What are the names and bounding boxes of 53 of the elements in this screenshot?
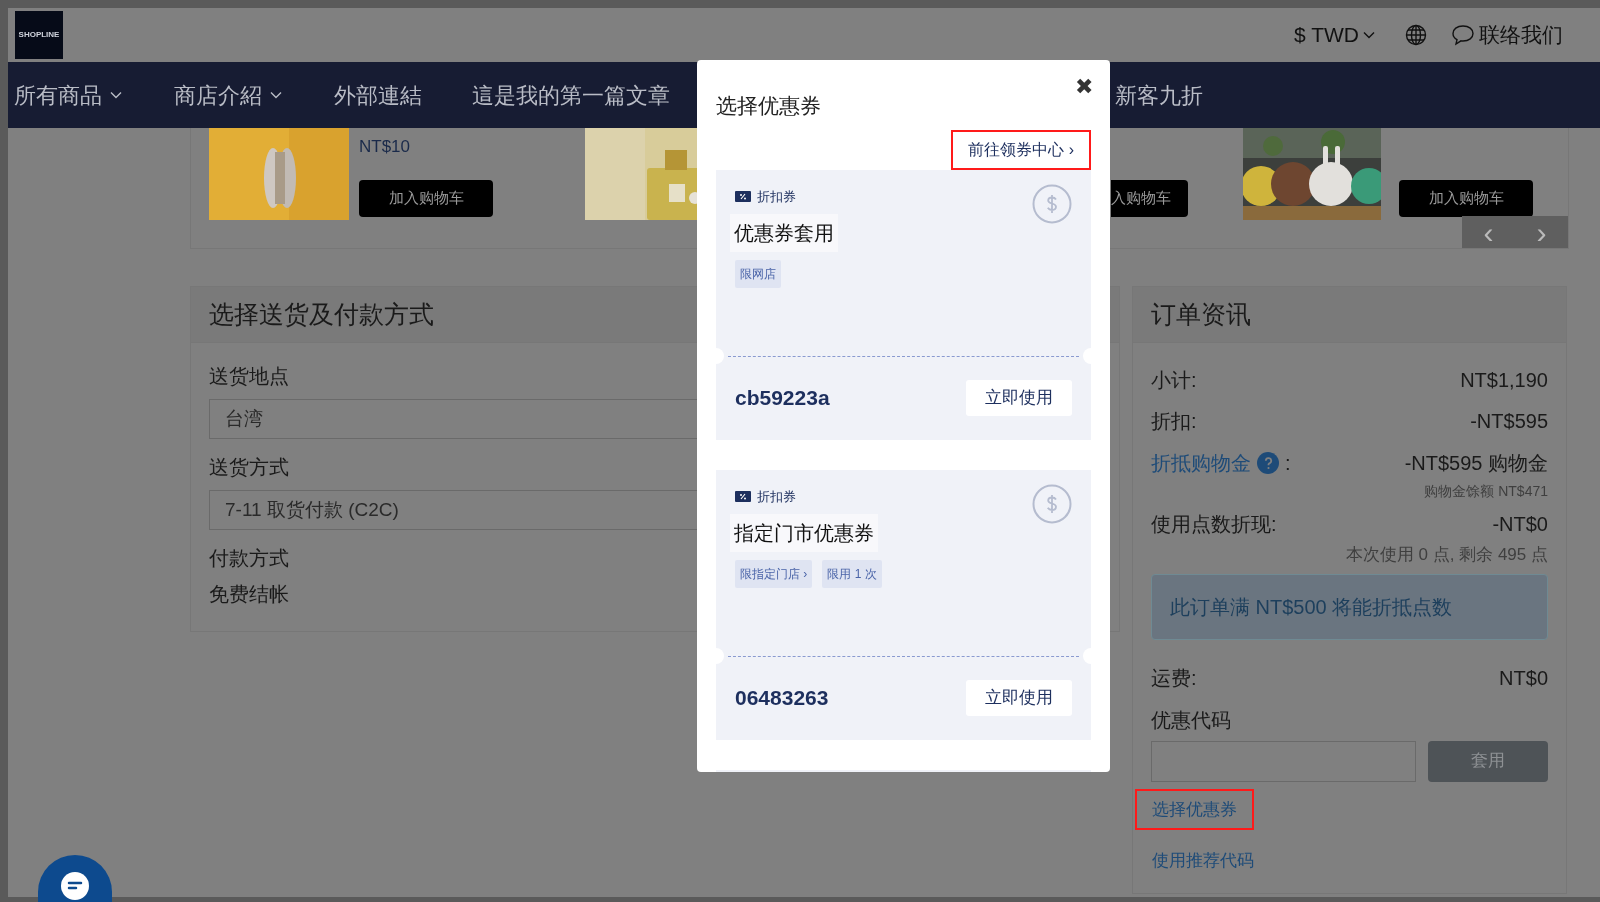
- coupon-center-link[interactable]: 前往领券中心 ›: [951, 129, 1091, 170]
- payment-method: 免费结帐: [209, 582, 290, 607]
- store-logo[interactable]: SHOPLINE: [15, 11, 63, 59]
- panel-title: 订单资讯: [1151, 298, 1251, 330]
- ticket-icon: [735, 490, 751, 502]
- coupon-type: 折扣券: [757, 187, 796, 206]
- contact-link[interactable]: 联络我们: [1479, 19, 1563, 51]
- add-to-cart-button[interactable]: 入购物车: [1111, 180, 1188, 217]
- dollar-icon: [1032, 483, 1072, 524]
- panel-title: 选择送货及付款方式: [209, 298, 434, 330]
- currency-selector[interactable]: $ TWD: [1294, 19, 1375, 51]
- row-note: 本次使用 0 点, 剩余 495 点: [1344, 544, 1548, 566]
- coupon-title: 优惠券套用: [730, 214, 838, 252]
- dollar-icon: [1032, 183, 1072, 224]
- field-label: 送货地点: [209, 364, 290, 389]
- nav-item[interactable]: 新客九折: [1115, 78, 1203, 112]
- row-value: -NT$595 购物金: [1404, 451, 1548, 476]
- field-label: 优惠代码: [1151, 707, 1232, 733]
- info-notice: 此订单满 NT$500 将能折抵点数: [1151, 573, 1548, 640]
- chat-bubble-icon[interactable]: [1451, 24, 1475, 46]
- nav-item[interactable]: 商店介紹: [174, 78, 282, 112]
- nav-item[interactable]: 所有商品: [14, 78, 122, 112]
- row-label: 折扣:: [1151, 408, 1197, 434]
- row-label: 使用点数折现:: [1151, 512, 1277, 537]
- row-value: -NT$595: [1470, 408, 1548, 434]
- chevron-down-icon: [1363, 31, 1375, 39]
- row-value: NT$0: [1499, 666, 1548, 691]
- add-to-cart-button[interactable]: 加入购物车: [1399, 180, 1533, 217]
- row-label: 小计:: [1151, 367, 1197, 393]
- coupon-type: 折扣券: [757, 487, 796, 506]
- add-to-cart-button[interactable]: 加入购物车: [359, 180, 493, 217]
- dialog-title: 选择优惠券: [716, 93, 822, 119]
- chat-icon: [61, 872, 89, 900]
- ticket-icon: [735, 190, 751, 202]
- use-now-button[interactable]: 立即使用: [966, 680, 1072, 716]
- close-button[interactable]: ✖: [1075, 76, 1093, 98]
- globe-icon[interactable]: [1405, 24, 1427, 46]
- coupon-title: 指定门市优惠券: [730, 514, 878, 552]
- coupon-tag: 限指定门店 ›: [735, 560, 813, 588]
- coupon-tag: 限网店: [735, 260, 781, 288]
- use-now-button[interactable]: 立即使用: [966, 380, 1072, 416]
- field-label: 付款方式: [209, 546, 290, 571]
- row-value: NT$1,190: [1460, 367, 1548, 393]
- nav-item[interactable]: 外部連結: [334, 78, 422, 112]
- row-value: -NT$0: [1492, 512, 1548, 537]
- nav-item[interactable]: 這是我的第一篇文章: [472, 78, 670, 112]
- coupon-code: 06483263: [735, 685, 829, 712]
- row-label: :: [1285, 451, 1291, 476]
- row-label: 运费:: [1151, 666, 1197, 691]
- coupon-tag: 限用 1 次: [822, 560, 882, 588]
- field-label: 送货方式: [209, 455, 290, 480]
- product-price: NT$10: [359, 136, 412, 158]
- row-note: 购物金馀额 NT$471: [1423, 482, 1548, 501]
